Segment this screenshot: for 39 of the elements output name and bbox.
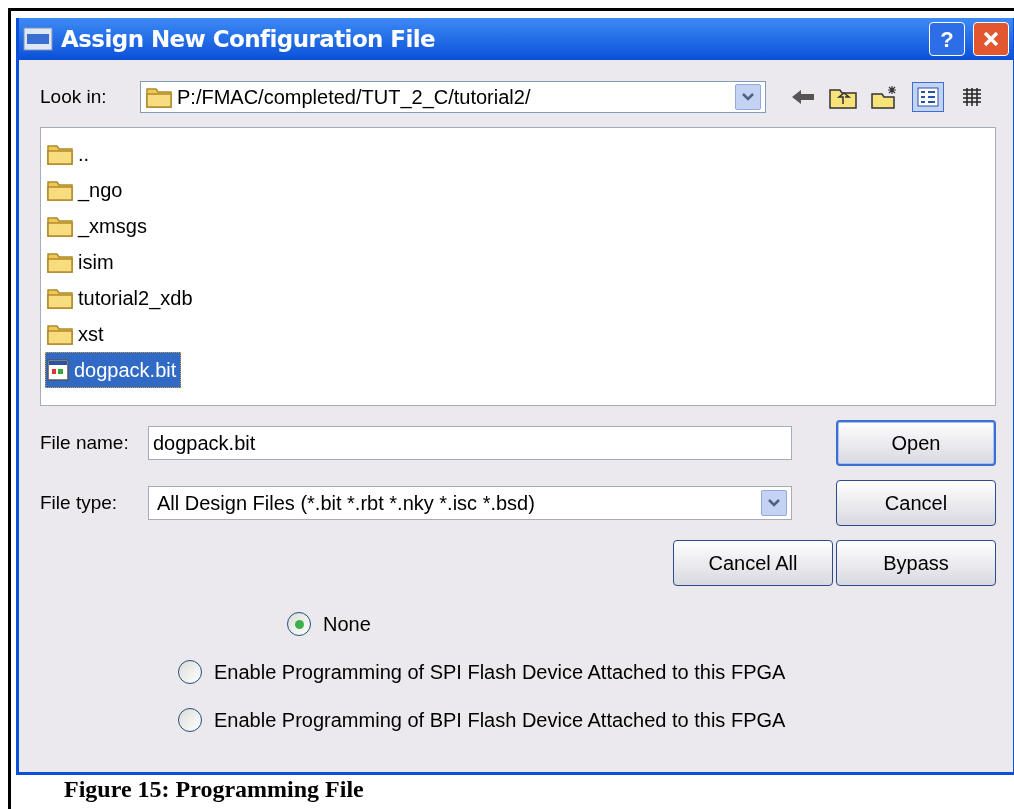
folder-icon (46, 214, 74, 238)
figure-caption: Figure 15: Programming File (64, 777, 365, 801)
file-icon (46, 358, 70, 382)
radio-label[interactable]: Enable Programming of SPI Flash Device Attached to this FPGA (214, 657, 786, 687)
radio-button[interactable] (178, 708, 202, 732)
cancel-all-button[interactable]: Cancel All (673, 540, 833, 586)
file-type-dropdown[interactable]: All Design Files (*.bit *.rbt *.nky *.isc *.bsd) (148, 486, 792, 520)
details-view-icon[interactable] (912, 82, 944, 112)
folder-icon (46, 322, 74, 346)
folder-icon (46, 250, 74, 274)
open-button[interactable]: Open (836, 420, 996, 466)
folder-icon (46, 178, 74, 202)
close-icon (981, 29, 1001, 49)
radio-button[interactable] (287, 612, 311, 636)
window-title: Assign New Configuration File (61, 24, 436, 54)
look-in-dropdown[interactable]: P:/FMAC/completed/TUT_2_C/tutorial2/ (140, 81, 766, 113)
folder-icon (145, 85, 173, 109)
file-list-item[interactable]: isim (45, 244, 119, 280)
bypass-button[interactable]: Bypass (836, 540, 996, 586)
file-name-label: File name: (40, 430, 130, 455)
file-name-field[interactable]: dogpack.bit (148, 426, 792, 460)
help-button[interactable]: ? (929, 22, 965, 56)
folder-icon (46, 286, 74, 310)
file-list-item[interactable]: tutorial2_xdb (45, 280, 198, 316)
file-type-label: File type: (40, 490, 119, 515)
folder-icon (46, 142, 74, 166)
file-list-item[interactable]: dogpack.bit (45, 352, 182, 388)
close-button[interactable] (973, 22, 1009, 56)
file-list-item[interactable]: .. (45, 136, 95, 172)
app-logo-icon (23, 26, 53, 52)
radio-label[interactable]: None (323, 609, 371, 639)
back-arrow-icon[interactable] (790, 87, 816, 107)
radio-button[interactable] (178, 660, 202, 684)
file-list-item[interactable]: _ngo (45, 172, 128, 208)
radio-label[interactable]: Enable Programming of BPI Flash Device Attached to this FPGA (214, 705, 786, 735)
file-list-item[interactable]: _xmsgs (45, 208, 152, 244)
look-in-label: Look in: (40, 84, 108, 109)
file-list-item[interactable]: xst (45, 316, 109, 352)
cancel-button[interactable]: Cancel (836, 480, 996, 526)
